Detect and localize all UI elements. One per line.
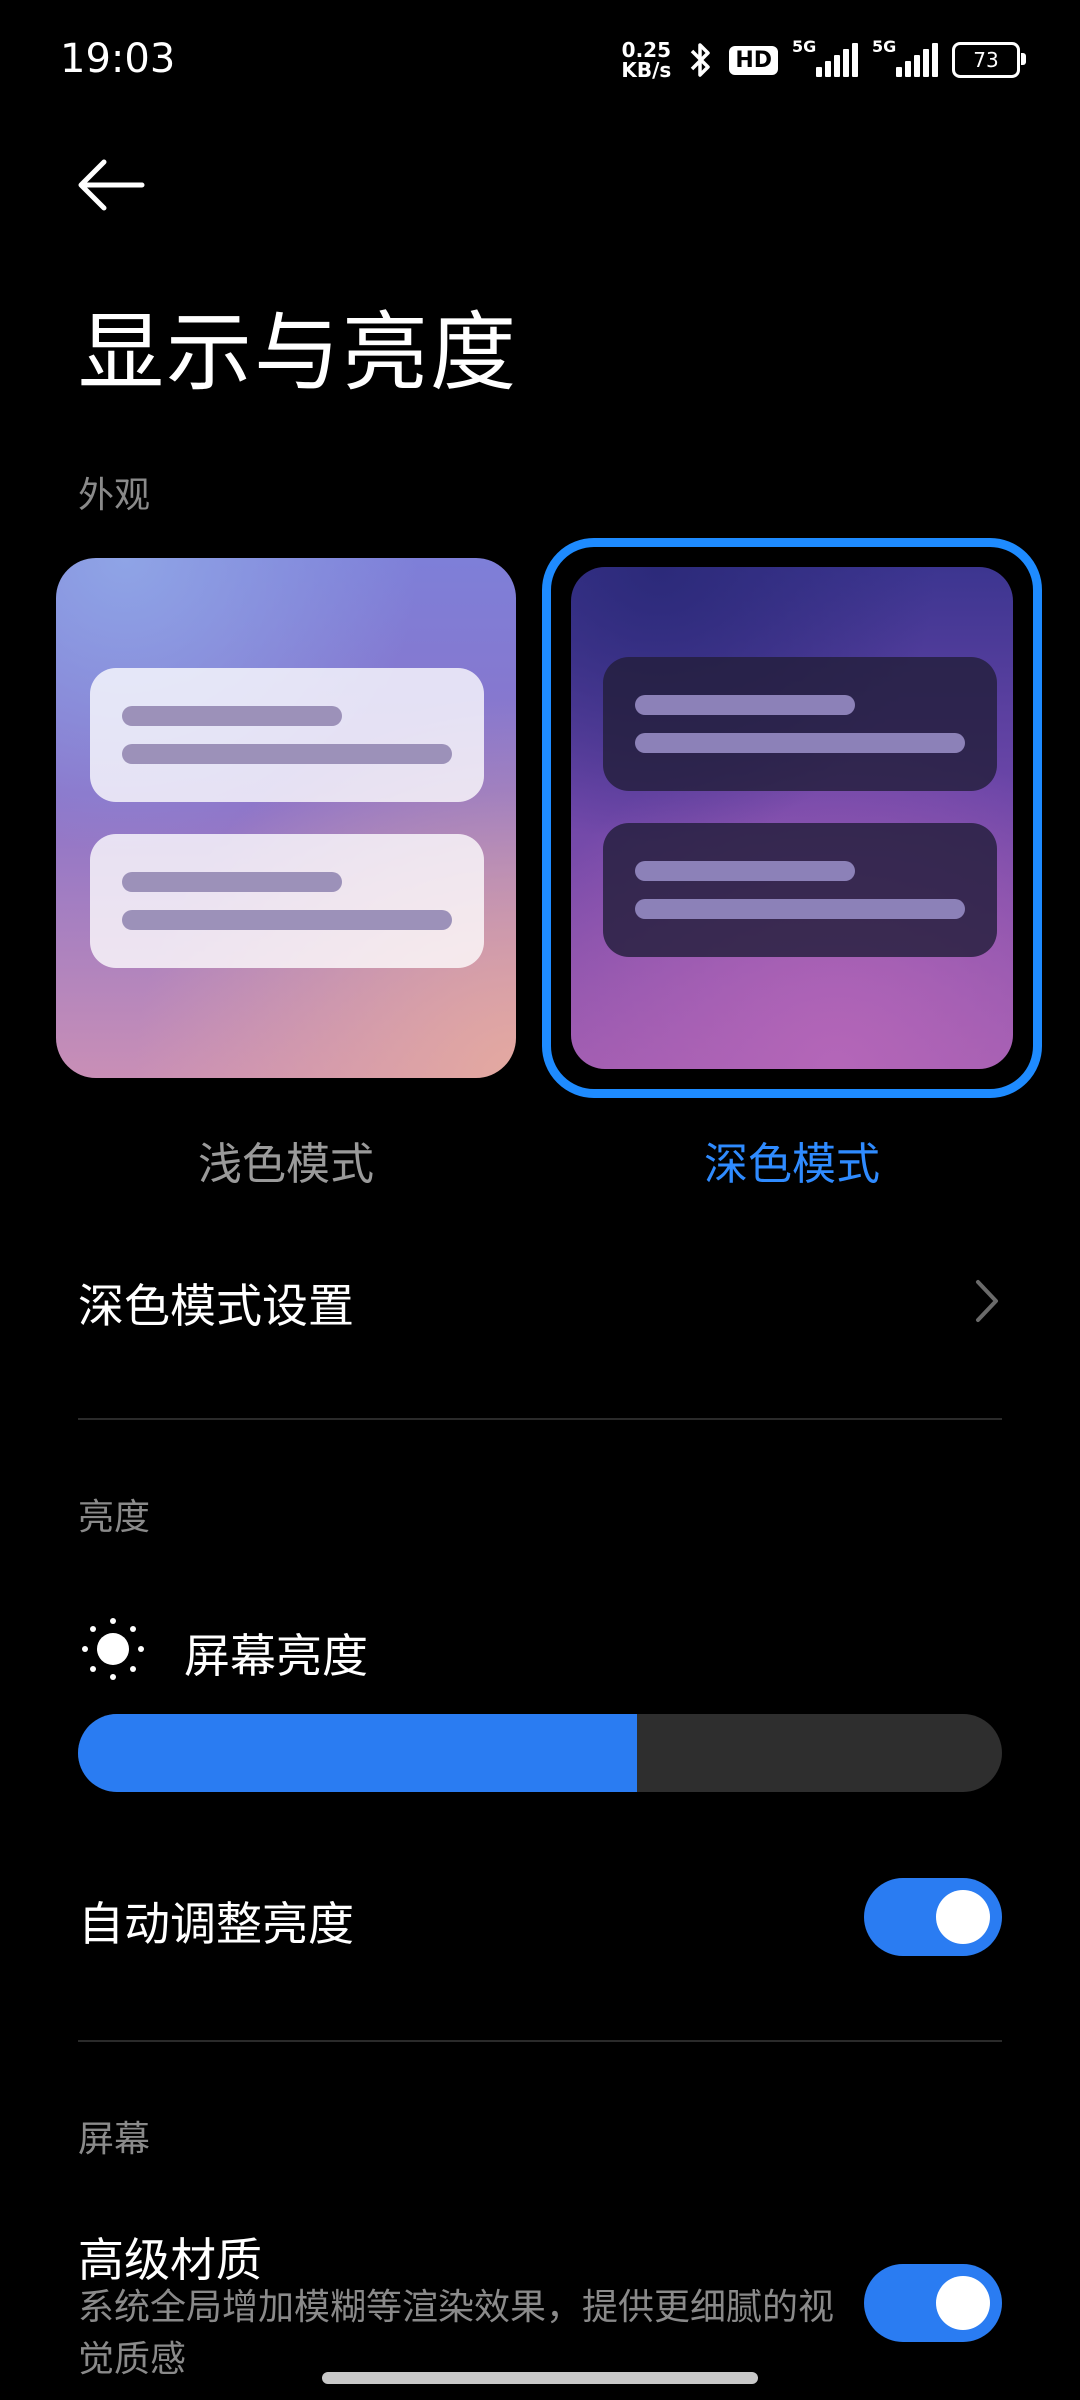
dark-mode-preview[interactable] <box>542 538 1042 1098</box>
status-time: 19:03 <box>60 36 176 82</box>
brightness-slider[interactable] <box>78 1714 1002 1792</box>
advanced-material-description: 系统全局增加模糊等渲染效果，提供更细腻的视觉质感 <box>78 2287 835 2380</box>
dark-mode-label[interactable]: 深色模式 <box>562 1128 1022 1192</box>
auto-brightness-toggle[interactable] <box>864 1878 1002 1956</box>
back-button[interactable] <box>72 150 152 220</box>
toggle-knob <box>936 1890 990 1944</box>
preview-panel <box>603 823 997 957</box>
chevron-right-icon <box>976 1280 998 1322</box>
dark-mode-preview-image <box>571 567 1013 1069</box>
network-speed: 0.25 KB/s <box>621 40 671 80</box>
arrow-left-icon <box>78 159 145 211</box>
status-icons: 0.25 KB/s HD 5G 5G 73 <box>621 36 1026 84</box>
sim1-network-label: 5G <box>792 37 817 56</box>
toggle-knob <box>936 2276 990 2330</box>
network-speed-value: 0.25 <box>621 38 672 62</box>
sun-icon <box>82 1618 144 1680</box>
battery-icon: 73 <box>952 42 1026 78</box>
advanced-material-toggle[interactable] <box>864 2264 1002 2342</box>
signal-strength-1-icon: 5G <box>792 37 858 77</box>
network-speed-unit: KB/s <box>621 58 672 82</box>
screen-section-label: 屏幕 <box>78 2119 151 2160</box>
auto-brightness-label: 自动调整亮度 <box>78 1897 354 1951</box>
light-mode-label[interactable]: 浅色模式 <box>56 1128 516 1192</box>
preview-panel <box>603 657 997 791</box>
brightness-slider-fill <box>78 1714 638 1792</box>
preview-panel <box>90 834 484 968</box>
sim2-network-label: 5G <box>872 37 897 56</box>
bluetooth-icon <box>691 43 711 77</box>
battery-level: 73 <box>973 48 999 72</box>
appearance-section-label: 外观 <box>78 475 151 516</box>
screen-brightness-label: 屏幕亮度 <box>184 1629 368 1683</box>
signal-strength-2-icon: 5G <box>872 37 938 77</box>
page-title: 显示与亮度 <box>78 303 518 403</box>
hd-voice-badge: HD <box>729 45 778 75</box>
advanced-material-label: 高级材质 <box>78 2233 262 2287</box>
home-indicator[interactable] <box>322 2372 758 2384</box>
divider <box>78 2040 1002 2042</box>
dark-mode-settings-label: 深色模式设置 <box>78 1279 354 1333</box>
light-mode-preview[interactable] <box>56 558 516 1078</box>
divider <box>78 1418 1002 1420</box>
dark-mode-settings-row[interactable]: 深色模式设置 <box>0 1240 1080 1360</box>
preview-panel <box>90 668 484 802</box>
brightness-section-label: 亮度 <box>78 1497 151 1538</box>
